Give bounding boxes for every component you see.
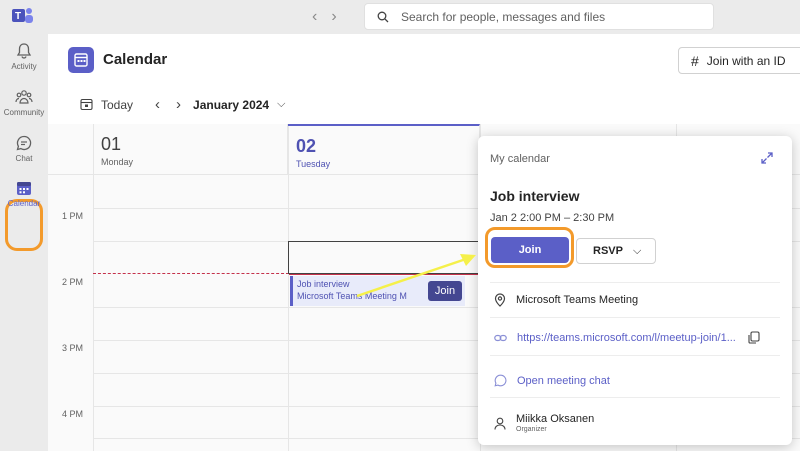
- today-label: Today: [101, 97, 134, 112]
- join-with-id-label: Join with an ID: [706, 53, 786, 68]
- teams-logo-icon: T: [12, 8, 33, 23]
- day-number: 01: [101, 134, 122, 154]
- popup-calendar-name: My calendar: [490, 153, 550, 165]
- search-placeholder: Search for people, messages and files: [401, 9, 606, 24]
- open-meeting-chat-link[interactable]: Open meeting chat: [517, 375, 610, 387]
- day-header-tuesday[interactable]: 02 Tuesday: [288, 124, 480, 174]
- rail-label-community: Community: [3, 108, 45, 117]
- previous-week-icon[interactable]: ‹: [155, 96, 160, 113]
- location-pin-icon: [494, 293, 506, 307]
- location-row: Microsoft Teams Meeting: [494, 293, 638, 307]
- time-label: 4 PM: [62, 409, 84, 419]
- back-icon[interactable]: ‹: [312, 8, 317, 26]
- meeting-details-popup: My calendar Job interview Jan 2 2:00 PM …: [478, 136, 792, 445]
- day-number: 02: [296, 136, 317, 156]
- current-time-indicator: [93, 273, 289, 274]
- search-input[interactable]: Search for people, messages and files: [364, 3, 714, 30]
- person-icon: [494, 417, 506, 430]
- today-button[interactable]: Today: [80, 98, 133, 112]
- divider: [490, 282, 780, 283]
- chat-icon: [16, 135, 32, 151]
- chevron-down-icon[interactable]: ⌵: [277, 98, 285, 111]
- selected-time-slot[interactable]: [288, 241, 480, 274]
- divider: [490, 317, 780, 318]
- time-label: 3 PM: [62, 343, 84, 353]
- rail-item-community[interactable]: Community: [0, 88, 48, 117]
- join-with-id-button[interactable]: # Join with an ID: [678, 47, 800, 74]
- calendar-icon: [17, 182, 31, 195]
- open-chat-row[interactable]: Open meeting chat: [494, 374, 610, 387]
- today-icon: [80, 98, 93, 111]
- rail-label-calendar: Calendar: [7, 199, 41, 208]
- organizer-name: Miikka Oksanen: [516, 413, 595, 425]
- calendar-app-icon: [68, 47, 94, 73]
- rail-item-calendar[interactable]: Calendar: [0, 179, 48, 208]
- chat-icon: [494, 374, 507, 387]
- day-name: Monday: [101, 157, 134, 167]
- time-label: 1 PM: [62, 211, 84, 221]
- rail-label-chat: Chat: [15, 154, 33, 163]
- meeting-link[interactable]: https://teams.microsoft.com/l/meetup-joi…: [517, 332, 736, 344]
- event-join-button[interactable]: Join: [428, 281, 462, 301]
- popup-title: Job interview: [490, 188, 580, 204]
- expand-icon[interactable]: [760, 151, 774, 165]
- popup-time: Jan 2 2:00 PM – 2:30 PM: [490, 212, 615, 224]
- page-title: Calendar: [103, 51, 168, 68]
- hash-icon: #: [691, 52, 699, 69]
- bell-icon: [16, 43, 32, 59]
- svg-text:T: T: [15, 11, 21, 22]
- next-week-icon[interactable]: ›: [176, 96, 181, 113]
- join-button[interactable]: Join: [491, 237, 569, 263]
- calendar-toolbar: Today ‹ › January 2024 ⌵: [80, 96, 285, 113]
- title-bar: T ‹ › Search for people, messages and fi…: [0, 0, 800, 34]
- chevron-down-icon: ⌵: [632, 244, 642, 257]
- day-name: Tuesday: [296, 159, 331, 169]
- divider: [490, 397, 780, 398]
- copy-icon[interactable]: [748, 331, 760, 344]
- link-icon: [494, 334, 507, 341]
- organizer-role: Organizer: [516, 426, 547, 433]
- day-header-monday[interactable]: 01 Monday: [93, 124, 288, 174]
- community-icon: [15, 90, 33, 104]
- organizer-row: Miikka Oksanen Organizer: [494, 413, 594, 433]
- app-rail: Activity Community Chat Calendar: [0, 34, 48, 451]
- forward-icon[interactable]: ›: [331, 8, 336, 26]
- divider: [490, 355, 780, 356]
- location-text: Microsoft Teams Meeting: [516, 294, 639, 306]
- rail-item-chat[interactable]: Chat: [0, 134, 48, 163]
- rail-label-activity: Activity: [11, 62, 37, 71]
- meeting-link-row[interactable]: https://teams.microsoft.com/l/meetup-joi…: [494, 331, 760, 344]
- rsvp-dropdown[interactable]: RSVP ⌵: [576, 238, 656, 264]
- month-selector[interactable]: January 2024: [193, 98, 269, 112]
- search-icon: [377, 11, 389, 22]
- rsvp-label: RSVP: [593, 245, 623, 257]
- rail-item-activity[interactable]: Activity: [0, 42, 48, 71]
- time-label: 2 PM: [62, 277, 84, 287]
